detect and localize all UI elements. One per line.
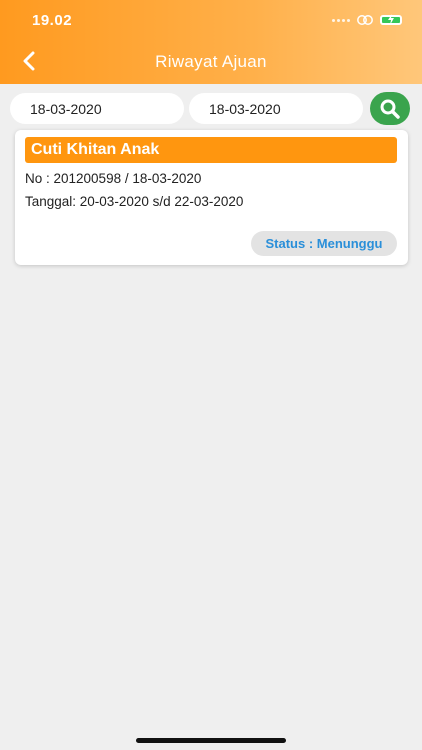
request-dates: Tanggal: 20-03-2020 s/d 22-03-2020 [25,194,244,209]
status-time: 19.02 [32,12,73,29]
battery-icon [380,14,402,25]
request-card[interactable]: Cuti Khitan Anak No : 201200598 / 18-03-… [15,130,408,265]
home-indicator[interactable] [136,738,286,743]
app-header: 19.02 Riwayat Ajuan [0,0,422,84]
status-icons [332,14,402,26]
date-from-field[interactable] [10,93,184,124]
status-badge[interactable]: Status : Menunggu [251,231,397,256]
request-type: Cuti Khitan Anak [25,137,397,163]
search-button[interactable] [370,92,410,125]
page-title: Riwayat Ajuan [155,52,267,71]
link-icon [357,15,373,25]
signal-icon [332,18,350,22]
search-icon [380,99,400,119]
request-number: No : 201200598 / 18-03-2020 [25,171,202,186]
date-to-field[interactable] [189,93,363,124]
